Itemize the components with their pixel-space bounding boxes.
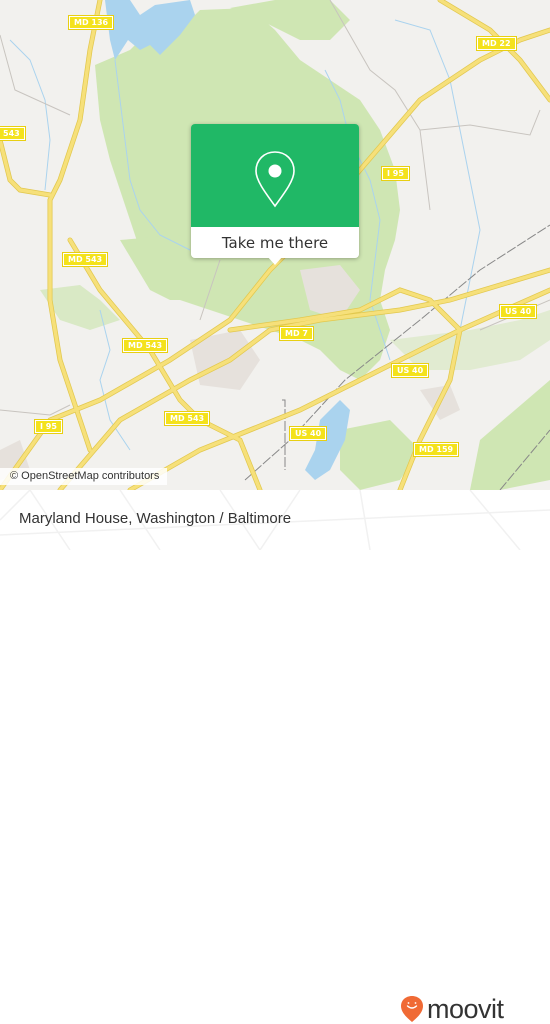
road-label-md543: MD 543 [61,252,109,267]
road-label-md136: MD 136 [67,15,115,30]
road-label-md543: MD 543 [163,411,211,426]
road-label-us40: US 40 [390,363,430,378]
road-label-md7: MD 7 [279,326,314,341]
moovit-logo[interactable]: moovit [400,995,504,1023]
road-label-us40: US 40 [288,426,328,441]
road-label-md543: MD 543 [121,338,169,353]
road-label-md159: MD 159 [412,442,460,457]
road-label-md543: 543 [0,126,26,141]
moovit-pin-icon [401,996,423,1022]
footer: Maryland House, Washington / Baltimore m… [0,490,550,1022]
popup-pointer [267,256,283,265]
road-label-md22: MD 22 [476,36,517,51]
road-label-i95: I 95 [34,419,63,434]
take-me-there-button[interactable]: Take me there [191,227,359,258]
road-label-us40: US 40 [498,304,538,319]
popup-header [191,124,359,227]
map-attribution[interactable]: © OpenStreetMap contributors [0,468,168,485]
road-label-i95: I 95 [381,166,410,181]
location-title: Maryland House, Washington / Baltimore [19,510,292,527]
map[interactable]: MD 136 MD 22 543 I 95 MD 543 MD 543 MD 5… [0,0,550,490]
moovit-wordmark: moovit [427,993,504,1024]
map-pin-icon [255,151,295,208]
location-popup: Take me there [191,124,359,265]
